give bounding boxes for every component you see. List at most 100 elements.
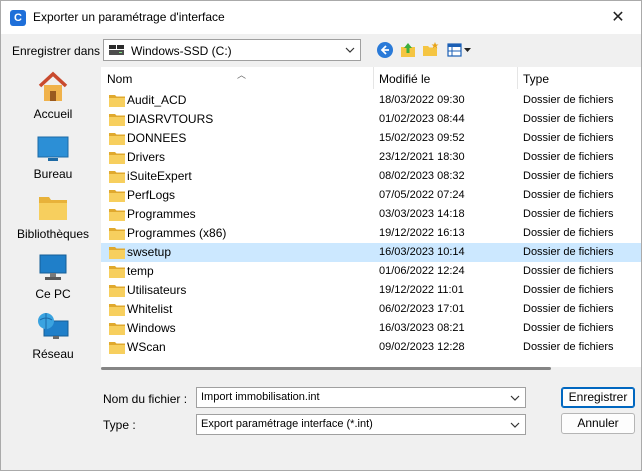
column-divider[interactable] [373, 67, 374, 89]
save-button[interactable]: Enregistrer [561, 387, 635, 408]
place-accueil[interactable]: Accueil [9, 67, 97, 125]
file-modified: 07/05/2022 07:24 [379, 189, 465, 201]
folder-icon [109, 171, 125, 183]
view-menu-icon[interactable] [447, 41, 473, 59]
folder-icon [109, 323, 125, 335]
place-label: Ce PC [35, 287, 71, 301]
horizontal-scrollbar[interactable] [101, 367, 551, 370]
file-row[interactable]: WScan 09/02/2023 12:28 Dossier de fichiers [101, 338, 641, 357]
file-type: Dossier de fichiers [523, 208, 614, 220]
file-modified: 03/03/2023 14:18 [379, 208, 465, 220]
folder-icon [109, 190, 125, 202]
folder-icon [109, 95, 125, 107]
chevron-down-icon [345, 47, 355, 53]
file-row[interactable]: temp 01/06/2022 12:24 Dossier de fichiers [101, 262, 641, 281]
file-row[interactable]: Windows 16/03/2023 08:21 Dossier de fichie… [101, 319, 641, 338]
file-modified: 01/02/2023 08:44 [379, 113, 465, 125]
computer-icon [39, 254, 67, 280]
file-type: Dossier de fichiers [523, 170, 614, 182]
place-reseau[interactable]: Réseau [9, 307, 97, 365]
file-name: Windows [127, 321, 176, 335]
title-bar: C Exporter un paramétrage d'interface ✕ [1, 1, 641, 34]
file-type: Dossier de fichiers [523, 303, 614, 315]
file-name: Utilisateurs [127, 283, 187, 297]
drive-icon [109, 45, 124, 55]
place-ce-pc[interactable]: Ce PC [9, 247, 97, 305]
folder-icon [109, 133, 125, 145]
close-icon[interactable]: ✕ [595, 1, 641, 34]
sort-ascending-icon: ︿ [237, 70, 247, 80]
folder-icon [109, 342, 125, 354]
file-row[interactable]: swsetup 16/03/2023 10:14 Dossier de fichie… [101, 243, 641, 262]
file-modified: 15/02/2023 09:52 [379, 132, 465, 144]
cancel-button[interactable]: Annuler [561, 413, 635, 434]
place-bureau[interactable]: Bureau [9, 127, 97, 185]
new-folder-icon[interactable] [422, 41, 440, 59]
file-type: Dossier de fichiers [523, 246, 614, 258]
file-type: Dossier de fichiers [523, 189, 614, 201]
filename-label: Nom du fichier : [103, 392, 188, 406]
file-modified: 08/02/2023 08:32 [379, 170, 465, 182]
file-row[interactable]: Audit_ACD 18/03/2022 09:30 Dossier de fich… [101, 91, 641, 110]
place-label: Accueil [33, 107, 73, 121]
filename-value: Import immobilisation.int [201, 391, 320, 403]
file-name: Whitelist [127, 302, 173, 316]
file-type: Dossier de fichiers [523, 265, 614, 277]
file-type: Dossier de fichiers [523, 284, 614, 296]
file-name: PerfLogs [127, 188, 176, 202]
file-type: Dossier de fichiers [523, 227, 614, 239]
file-name: iSuiteExpert [127, 169, 192, 183]
folder-icon [109, 304, 125, 316]
column-divider[interactable] [517, 67, 518, 89]
save-dialog: C Exporter un paramétrage d'interface ✕ … [0, 0, 642, 471]
place-bibliotheques[interactable]: Bibliothèques [9, 187, 97, 245]
file-type: Dossier de fichiers [523, 341, 614, 353]
file-name: WScan [127, 340, 166, 354]
file-name: Audit_ACD [127, 93, 187, 107]
file-modified: 16/03/2023 08:21 [379, 322, 465, 334]
file-type: Dossier de fichiers [523, 132, 614, 144]
chevron-down-icon[interactable] [509, 390, 521, 406]
column-header-modified[interactable]: Modifié le [379, 67, 515, 89]
file-modified: 16/03/2023 10:14 [379, 246, 465, 258]
back-icon[interactable] [376, 41, 394, 59]
location-dropdown[interactable]: Windows-SSD (C:) [103, 39, 361, 61]
file-type: Dossier de fichiers [523, 94, 614, 106]
file-name: Drivers [127, 150, 165, 164]
place-label: Bibliothèques [16, 227, 90, 241]
filetype-select[interactable]: Export paramétrage interface (*.int) [196, 414, 526, 435]
file-row[interactable]: Programmes 03/03/2023 14:18 Dossier de fic… [101, 205, 641, 224]
filetype-label: Type : [103, 418, 136, 432]
window-title: Exporter un paramétrage d'interface [33, 10, 225, 24]
file-row[interactable]: Utilisateurs 19/12/2022 11:01 Dossier de f… [101, 281, 641, 300]
file-modified: 19/12/2022 16:13 [379, 227, 465, 239]
filename-input[interactable]: Import immobilisation.int [196, 387, 526, 408]
file-modified: 01/06/2022 12:24 [379, 265, 465, 277]
column-header-type[interactable]: Type [523, 67, 633, 89]
file-type: Dossier de fichiers [523, 113, 614, 125]
places-bar: Accueil Bureau Bibliothèques Ce PC Résea… [9, 67, 97, 363]
file-row[interactable]: DIASRVTOURS 01/02/2023 08:44 Dossier de fi… [101, 110, 641, 129]
location-text: Windows-SSD (C:) [131, 44, 232, 58]
file-type: Dossier de fichiers [523, 151, 614, 163]
file-modified: 19/12/2022 11:01 [379, 284, 464, 296]
save-in-label: Enregistrer dans : [12, 44, 107, 58]
chevron-down-icon [510, 422, 520, 428]
file-list[interactable]: Nom ︿ Modifié le Type Audit_ACD 18/03/202… [101, 67, 641, 367]
file-type: Dossier de fichiers [523, 322, 614, 334]
file-modified: 06/02/2023 17:01 [379, 303, 465, 315]
file-row[interactable]: Drivers 23/12/2021 18:30 Dossier de fichie… [101, 148, 641, 167]
file-modified: 23/12/2021 18:30 [379, 151, 465, 163]
filetype-value: Export paramétrage interface (*.int) [201, 418, 373, 430]
network-icon [38, 313, 69, 339]
file-row[interactable]: PerfLogs 07/05/2022 07:24 Dossier de fichi… [101, 186, 641, 205]
up-folder-icon[interactable] [399, 41, 417, 59]
file-row[interactable]: DONNEES 15/02/2023 09:52 Dossier de fichie… [101, 129, 641, 148]
file-row[interactable]: iSuiteExpert 08/02/2023 08:32 Dossier de f… [101, 167, 641, 186]
desktop-icon [37, 136, 69, 161]
folder-icon [109, 247, 125, 259]
column-header-name[interactable]: Nom ︿ [107, 67, 373, 89]
file-row[interactable]: Programmes (x86) 19/12/2022 16:13 Dossier … [101, 224, 641, 243]
file-row[interactable]: Whitelist 06/02/2023 17:01 Dossier de fich… [101, 300, 641, 319]
home-icon [38, 71, 68, 101]
